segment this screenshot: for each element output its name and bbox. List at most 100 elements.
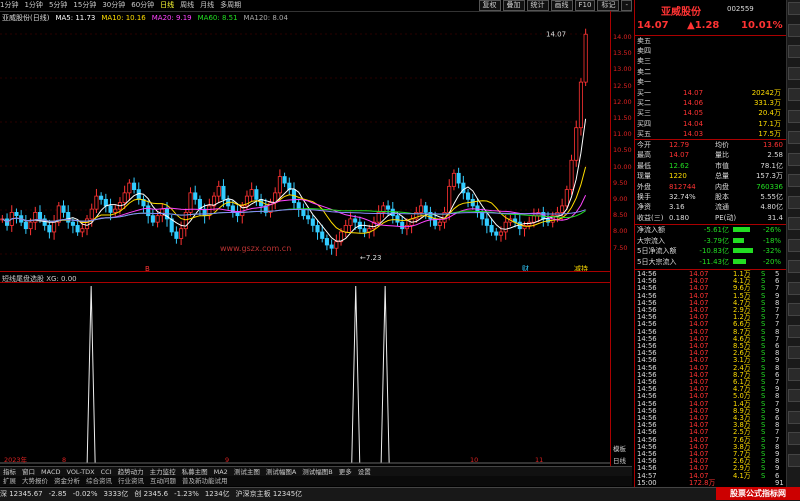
period-tab[interactable]: 日线: [160, 0, 174, 11]
candle: [343, 225, 348, 233]
candle: [306, 215, 311, 220]
bid-row: 买三 14.05 20.4万: [635, 108, 785, 118]
ask-label: 卖三: [637, 57, 651, 66]
extension-tab[interactable]: 行业资讯: [115, 476, 147, 486]
extension-tab[interactable]: 大势报价: [19, 476, 51, 486]
candle: [320, 231, 325, 239]
bid-row: 买四 14.04 17.1万: [635, 119, 785, 129]
side-tool-button[interactable]: [788, 453, 800, 467]
flow-pct: -20%: [763, 257, 782, 266]
bid-volume: 20242万: [751, 89, 781, 97]
tool-button[interactable]: F10: [574, 0, 596, 11]
flow-label: 大宗流入: [637, 236, 665, 245]
period-tab[interactable]: 多周期: [220, 0, 241, 11]
x-axis-label: 8: [62, 456, 66, 464]
chart-marker[interactable]: 减持: [574, 264, 588, 272]
candle: [348, 218, 353, 226]
side-tool-button[interactable]: [788, 346, 800, 359]
extension-tab[interactable]: 普及新功能试用: [179, 476, 231, 486]
period-tab[interactable]: 1分钟: [0, 0, 18, 11]
candle: [202, 208, 207, 217]
axis-corner-label[interactable]: 日线: [613, 455, 626, 465]
side-tool-button[interactable]: [788, 23, 800, 37]
extension-tab[interactable]: 资金分析: [51, 476, 83, 486]
tool-button[interactable]: 统计: [526, 0, 549, 11]
period-tab[interactable]: 60分钟: [131, 0, 154, 11]
price-tick-label: 9.00: [613, 195, 628, 203]
side-tool-button[interactable]: [788, 152, 800, 166]
price-tick-label: 7.50: [613, 243, 628, 252]
side-tool-button[interactable]: [788, 238, 800, 252]
x-axis-label: 9: [225, 456, 229, 464]
tool-button[interactable]: 标记: [597, 0, 620, 11]
extension-tab[interactable]: 综合资讯: [83, 476, 115, 486]
side-tool-button[interactable]: [788, 303, 800, 316]
side-tool-button[interactable]: [788, 324, 800, 338]
side-tool-button[interactable]: [788, 2, 800, 15]
tool-button[interactable]: -: [621, 0, 632, 11]
candle: [61, 205, 66, 213]
candle: [37, 211, 43, 220]
signal-pulse: [86, 285, 96, 464]
chart-marker[interactable]: 财: [522, 264, 529, 272]
side-tool-button[interactable]: [788, 131, 800, 144]
period-tab[interactable]: 15分钟: [73, 0, 96, 11]
tool-button[interactable]: 复权: [478, 0, 501, 11]
side-tool-button[interactable]: [788, 432, 800, 445]
quote-value: 78.1亿: [760, 161, 783, 170]
period-tab[interactable]: 1分钟: [24, 0, 42, 11]
bid-price: 14.07: [683, 89, 704, 97]
side-tool-button[interactable]: [788, 281, 800, 295]
bid-price: 14.05: [683, 109, 704, 118]
tool-button[interactable]: 画线: [550, 0, 573, 11]
period-tab[interactable]: 5分钟: [49, 0, 67, 11]
quote-key: 外盘: [637, 182, 651, 191]
tick-list[interactable]: 14:56 14.07 1.1万 S 5 14:56 14.07 4.1万 S 6 14:56 14.…: [635, 270, 787, 486]
order-book: 卖五 卖四 卖三 卖二 卖一 买一 14.07 20242万 买二 14.06 331.3万 买三 14…: [635, 36, 787, 140]
side-tool-button[interactable]: [788, 410, 800, 424]
side-toolbar[interactable]: [786, 0, 800, 487]
capital-flow: 净流入额 -5.61亿 -26% 大宗流入 -3.79亿 -18% 5日净流入额 -10.83…: [635, 225, 787, 269]
quote-row: 换手 32.74% 股本 5.55亿: [635, 192, 785, 202]
axis-corner-label[interactable]: 模板: [613, 443, 626, 453]
ma-label: MA60: 8.51: [197, 14, 238, 22]
ask-row: 卖二: [635, 67, 785, 77]
side-tool-button[interactable]: [788, 66, 800, 80]
period-tab[interactable]: 周线: [180, 0, 194, 11]
high-label: 14.07: [546, 31, 566, 39]
period-tab[interactable]: 30分钟: [102, 0, 125, 11]
quote-key: 最低: [637, 161, 651, 170]
flow-bar: [733, 227, 750, 232]
side-tool-button[interactable]: [788, 260, 800, 273]
side-tool-button[interactable]: [788, 45, 800, 58]
side-tool-button[interactable]: [788, 174, 800, 187]
price-pct: 10.01%: [741, 20, 783, 31]
side-tool-button[interactable]: [788, 195, 800, 209]
chart-marker[interactable]: B: [145, 265, 150, 272]
flow-value: -5.61亿: [703, 226, 729, 234]
extension-tab[interactable]: 扩展: [0, 476, 19, 486]
side-tool-button[interactable]: [788, 88, 800, 101]
candlestick-chart[interactable]: 14.07 ←7.23 B 财 减持: [0, 24, 610, 272]
brand-banner: 股票公式指标网: [716, 487, 800, 500]
candle: [301, 208, 306, 217]
candle: [489, 225, 494, 233]
side-tool-button[interactable]: [788, 109, 800, 123]
period-tab[interactable]: 月线: [200, 0, 214, 11]
side-tool-button[interactable]: [788, 367, 800, 381]
indicator-chart[interactable]: 2023年 8 9 10 11: [0, 282, 610, 464]
side-tool-button[interactable]: [788, 217, 800, 230]
tool-button[interactable]: 叠加: [502, 0, 525, 11]
candle: [329, 244, 334, 249]
candle: [560, 205, 565, 213]
candle: [113, 208, 118, 213]
price-tick-label: 11.00: [613, 130, 632, 139]
price-tick-label: 8.00: [613, 227, 628, 236]
quote-key: 今开: [637, 141, 651, 149]
side-tool-button[interactable]: [788, 389, 800, 402]
candle: [456, 172, 461, 184]
quote-key: 净资: [637, 203, 651, 212]
flow-label: 净流入额: [637, 226, 665, 234]
extension-tab[interactable]: 互动问题: [147, 476, 179, 486]
quote-key: 内盘: [715, 182, 729, 191]
